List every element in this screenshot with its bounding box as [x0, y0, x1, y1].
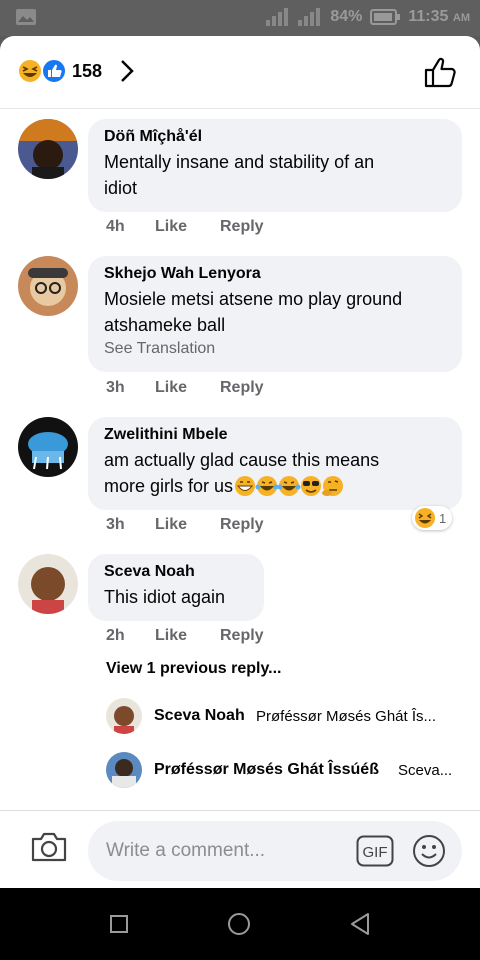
tears-of-joy-emoji [255, 476, 279, 496]
comment-time: 2h [106, 627, 125, 644]
sunglasses-emoji [301, 476, 322, 496]
clock-ampm: AM [452, 12, 470, 24]
reaction-count[interactable]: 158 [72, 61, 102, 82]
signal-icon-2 [298, 8, 321, 26]
avatar-image [18, 417, 78, 477]
avatar[interactable] [18, 554, 78, 614]
comment-text-line: am actually glad cause this means [104, 450, 380, 470]
recents-button[interactable] [110, 915, 128, 933]
comment-actions: 4h Like Reply [0, 218, 480, 240]
gif-icon[interactable]: GIF [356, 835, 394, 867]
comment-actions: 2h Like Reply [0, 627, 480, 649]
reply-preview[interactable]: Prøféssør Møsés Ghát Îssúéß Sceva... [106, 752, 466, 788]
comment-bubble[interactable]: Sceva Noah This idiot again [88, 554, 264, 621]
comment-time: 3h [106, 516, 125, 533]
comment-text: This idiot again [104, 584, 248, 610]
comment-text: Mentally insane and stability of an idio… [104, 149, 446, 201]
haha-icon [17, 58, 43, 84]
avatar-image [106, 698, 142, 734]
reply-link[interactable]: Reply [220, 379, 264, 397]
signal-icon [266, 8, 289, 26]
comment-text-line: This idiot again [104, 587, 226, 607]
comment-time: 4h [106, 218, 125, 235]
like-button-icon[interactable] [424, 56, 458, 88]
comment-bubble[interactable]: Zwelithini Mbele am actually glad cause … [88, 417, 462, 510]
tears-of-joy-emoji [277, 476, 301, 496]
comment-text-line-part: more girls for us [104, 476, 234, 496]
avatar[interactable] [106, 698, 142, 734]
camera-icon[interactable] [30, 831, 68, 863]
comment-text-line: more girls for us [104, 473, 446, 499]
avatar[interactable] [18, 256, 78, 316]
reply-text: Prøféssør Møsés Ghát Îs... [256, 708, 437, 725]
comment-text: Mosiele metsi atsene mo play ground atsh… [104, 286, 446, 338]
comment-composer: GIF [0, 810, 480, 888]
like-link[interactable]: Like [155, 627, 187, 645]
comment-reaction-badge[interactable]: 1 [412, 506, 453, 530]
view-previous-replies-link[interactable]: View 1 previous reply... [106, 660, 281, 678]
comment-actions: 3h Like Reply [0, 379, 480, 401]
reply-author[interactable]: Prøféssør Møsés Ghát Îssúéß [154, 761, 379, 779]
comment-text-line: atshameke ball [104, 315, 226, 335]
comment-text-line: idiot [104, 178, 138, 198]
comment-text: am actually glad cause this means more g… [104, 447, 446, 499]
reply-author[interactable]: Sceva Noah [154, 707, 245, 725]
comment-text-line: Mosiele metsi atsene mo play ground [104, 289, 403, 309]
comment-bubble[interactable]: Skhejo Wah Lenyora Mosiele metsi atsene … [88, 256, 462, 372]
haha-icon [415, 508, 435, 528]
battery-percent: 84% [330, 8, 363, 25]
like-link[interactable]: Like [155, 516, 187, 534]
reaction-icons[interactable] [16, 58, 68, 84]
avatar[interactable] [18, 119, 78, 179]
gif-label: GIF [363, 844, 388, 861]
comment-bubble[interactable]: Döñ Mîçhå'él Mentally insane and stabili… [88, 119, 462, 212]
comment-author[interactable]: Sceva Noah [104, 562, 248, 582]
comment-text-line: Mentally insane and stability of an [104, 152, 375, 172]
comment-author[interactable]: Skhejo Wah Lenyora [104, 264, 446, 284]
avatar-image [18, 256, 78, 316]
comment-time: 3h [106, 379, 125, 396]
like-link[interactable]: Like [155, 218, 187, 236]
reactions-header[interactable]: 158 [0, 36, 480, 109]
reply-link[interactable]: Reply [220, 218, 264, 236]
reply-preview[interactable]: Sceva Noah Prøféssør Møsés Ghát Îs... [106, 698, 466, 734]
home-button[interactable] [228, 913, 250, 935]
avatar-image [18, 554, 78, 614]
avatar[interactable] [106, 752, 142, 788]
see-translation-link[interactable]: See Translation [104, 340, 446, 358]
chevron-right-icon[interactable] [118, 58, 136, 84]
comment-author[interactable]: Zwelithini Mbele [104, 425, 446, 445]
grinning-sweat-emoji [235, 476, 256, 496]
emoji-icons [235, 476, 344, 496]
reply-text: Sceva... [398, 762, 453, 779]
thinking-emoji [322, 476, 344, 496]
comment-author[interactable]: Döñ Mîçhå'él [104, 127, 446, 147]
avatar-image [18, 119, 78, 179]
clock: 11:35 AM [408, 8, 470, 26]
comments-sheet: 158 Döñ Mîçhå'él Mentally insane and sta… [0, 36, 480, 888]
like-link[interactable]: Like [155, 379, 187, 397]
reaction-badge-count: 1 [439, 510, 447, 526]
avatar-image [106, 752, 142, 788]
back-icon[interactable] [349, 912, 371, 936]
comment-input[interactable] [88, 821, 462, 881]
avatar[interactable] [18, 417, 78, 477]
emoji-icon[interactable] [412, 834, 446, 868]
reply-link[interactable]: Reply [220, 627, 264, 645]
clock-time: 11:35 [408, 8, 449, 25]
reply-link[interactable]: Reply [220, 516, 264, 534]
comment-actions: 3h Like Reply [0, 516, 480, 538]
battery-icon [370, 9, 401, 25]
like-icon [41, 58, 67, 84]
image-notification-icon [16, 9, 36, 25]
status-bar: 84% 11:35 AM [0, 0, 480, 36]
